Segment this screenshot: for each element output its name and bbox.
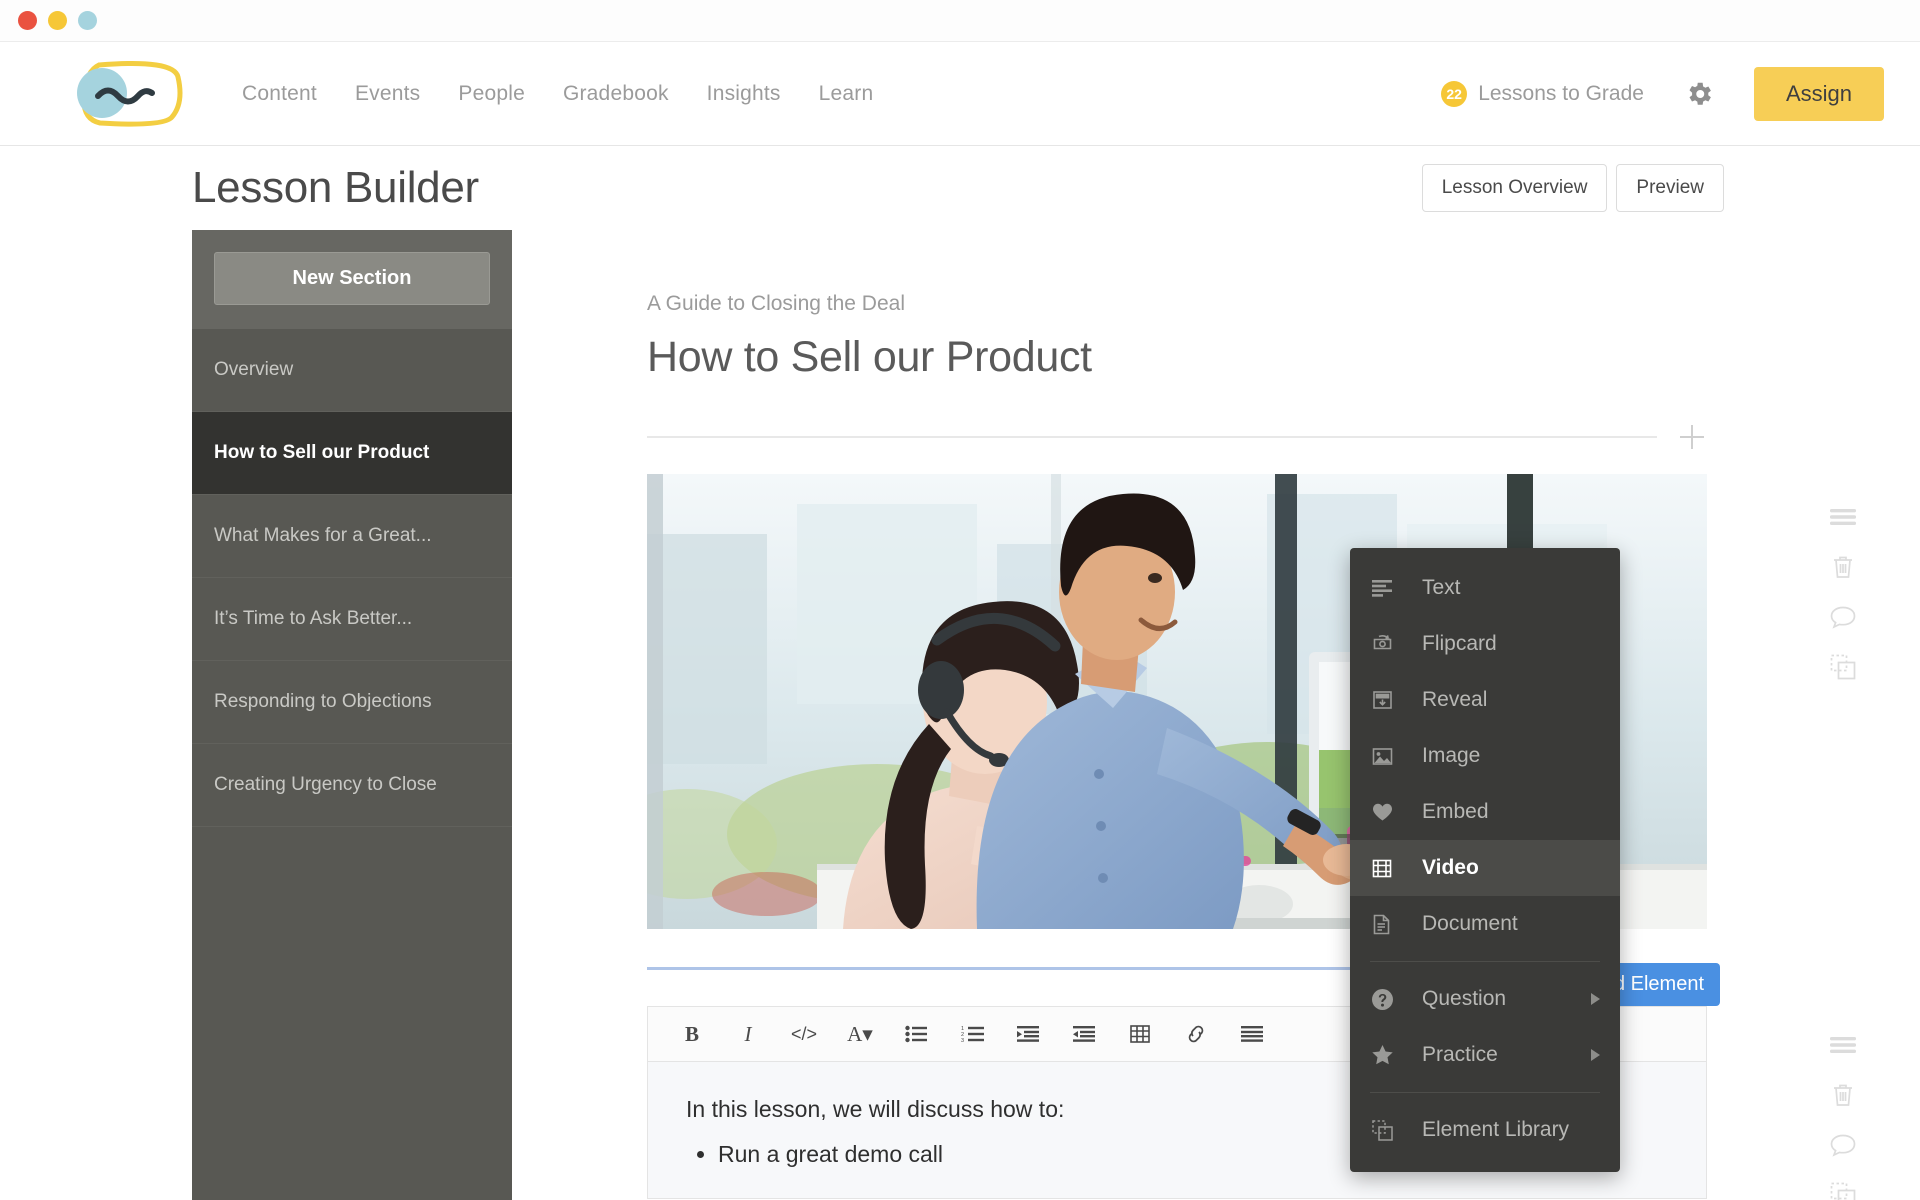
menu-item-label: Element Library — [1422, 1118, 1570, 1141]
window-zoom-button[interactable] — [78, 11, 97, 30]
nav-item-learn[interactable]: Learn — [819, 82, 874, 106]
nav-item-events[interactable]: Events — [355, 82, 420, 106]
menu-item-element-library[interactable]: Element Library — [1350, 1102, 1620, 1158]
element-library-icon — [1372, 1119, 1406, 1141]
drag-handle-icon[interactable] — [1826, 500, 1860, 534]
svg-text:3: 3 — [961, 1038, 964, 1043]
element-action-rail-image — [1826, 500, 1864, 684]
italic-icon[interactable]: I — [720, 1014, 776, 1054]
lessons-to-grade-label: Lessons to Grade — [1478, 81, 1644, 105]
numbered-list-icon[interactable]: 1 2 3 — [944, 1014, 1000, 1054]
menu-item-embed[interactable]: Embed — [1350, 784, 1620, 840]
gear-icon[interactable] — [1684, 79, 1714, 109]
sidebar-item-what-makes-for-a-great[interactable]: What Makes for a Great... — [192, 495, 512, 578]
outdent-icon[interactable] — [1056, 1014, 1112, 1054]
plus-icon[interactable] — [1680, 425, 1704, 449]
lessons-to-grade-count: 22 — [1441, 80, 1468, 107]
lesson-kicker: A Guide to Closing the Deal — [647, 292, 905, 315]
add-element-dropdown: Text Flipcard Reveal Image Embed Video D… — [1350, 548, 1620, 1172]
menu-item-practice[interactable]: Practice — [1350, 1027, 1620, 1083]
divider-line — [647, 436, 1657, 438]
sidebar-item-responding-to-objections[interactable]: Responding to Objections — [192, 661, 512, 744]
menu-item-label: Practice — [1422, 1043, 1498, 1066]
sidebar-item-its-time-to-ask-better[interactable]: It’s Time to Ask Better... — [192, 578, 512, 661]
brand-logo[interactable] — [66, 55, 190, 133]
link-icon[interactable] — [1168, 1014, 1224, 1054]
flipcard-icon — [1372, 634, 1406, 654]
code-icon[interactable]: </> — [776, 1014, 832, 1054]
sidebar-item-how-to-sell-our-product[interactable]: How to Sell our Product — [192, 412, 512, 495]
reveal-icon — [1372, 690, 1406, 710]
table-icon[interactable] — [1112, 1014, 1168, 1054]
nav-item-people[interactable]: People — [458, 82, 525, 106]
document-icon — [1372, 914, 1406, 935]
header-actions: 22 Lessons to Grade Assign — [1441, 66, 1884, 121]
page-title-bar: Lesson Builder Lesson Overview Preview — [0, 146, 1920, 230]
menu-item-label: Video — [1422, 856, 1479, 879]
menu-item-label: Document — [1422, 912, 1518, 935]
font-color-icon[interactable]: A▾ — [832, 1014, 888, 1054]
menu-item-label: Reveal — [1422, 688, 1488, 711]
main-navigation: Content Events People Gradebook Insights… — [242, 82, 873, 106]
window-minimize-button[interactable] — [48, 11, 67, 30]
text-icon — [1372, 579, 1406, 597]
bold-icon[interactable]: B — [664, 1014, 720, 1054]
delete-icon[interactable] — [1826, 550, 1860, 584]
block-divider — [647, 425, 1704, 449]
nav-item-content[interactable]: Content — [242, 82, 317, 106]
menu-separator — [1370, 961, 1600, 962]
element-action-rail-text — [1826, 1028, 1864, 1200]
lesson-title[interactable]: How to Sell our Product — [647, 333, 1920, 382]
lessons-to-grade-link[interactable]: 22 Lessons to Grade — [1441, 80, 1644, 107]
menu-item-question[interactable]: Question — [1350, 971, 1620, 1027]
submenu-arrow-icon — [1591, 993, 1600, 1005]
video-icon — [1372, 859, 1406, 878]
window-chrome — [0, 0, 1920, 42]
image-icon — [1372, 747, 1406, 766]
align-icon[interactable] — [1224, 1014, 1280, 1054]
menu-item-image[interactable]: Image — [1350, 728, 1620, 784]
sidebar-header: New Section — [192, 230, 512, 329]
lesson-overview-button[interactable]: Lesson Overview — [1421, 164, 1608, 212]
menu-item-label: Question — [1422, 987, 1507, 1010]
menu-item-text[interactable]: Text — [1350, 560, 1620, 616]
delete-icon[interactable] — [1826, 1078, 1860, 1112]
practice-icon — [1372, 1045, 1406, 1065]
workspace: New Section Overview How to Sell our Pro… — [0, 230, 1920, 1200]
bullet-list-icon[interactable] — [888, 1014, 944, 1054]
comment-icon[interactable] — [1826, 600, 1860, 634]
menu-item-label: Embed — [1422, 800, 1489, 823]
menu-item-reveal[interactable]: Reveal — [1350, 672, 1620, 728]
comment-icon[interactable] — [1826, 1128, 1860, 1162]
submenu-arrow-icon — [1591, 1049, 1600, 1061]
menu-separator — [1370, 1092, 1600, 1093]
embed-icon — [1372, 803, 1406, 822]
assign-button[interactable]: Assign — [1753, 66, 1884, 121]
indent-icon[interactable] — [1000, 1014, 1056, 1054]
app-header: Content Events People Gradebook Insights… — [0, 42, 1920, 146]
new-section-button[interactable]: New Section — [214, 252, 490, 305]
nav-item-gradebook[interactable]: Gradebook — [563, 82, 669, 106]
lesson-canvas: A Guide to Closing the Deal How to Sell … — [512, 230, 1920, 1200]
menu-item-label: Flipcard — [1422, 632, 1497, 655]
preview-button[interactable]: Preview — [1616, 164, 1724, 212]
page-title: Lesson Builder — [192, 163, 479, 212]
menu-item-flipcard[interactable]: Flipcard — [1350, 616, 1620, 672]
duplicate-icon[interactable] — [1826, 1178, 1860, 1200]
question-icon — [1372, 988, 1406, 1010]
menu-item-label: Image — [1422, 744, 1481, 767]
section-sidebar: New Section Overview How to Sell our Pro… — [192, 230, 512, 1200]
menu-item-label: Text — [1422, 576, 1461, 599]
window-close-button[interactable] — [18, 11, 37, 30]
sidebar-item-creating-urgency-to-close[interactable]: Creating Urgency to Close — [192, 744, 512, 827]
menu-item-document[interactable]: Document — [1350, 896, 1620, 952]
page-action-buttons: Lesson Overview Preview — [1421, 164, 1724, 212]
nav-item-insights[interactable]: Insights — [707, 82, 781, 106]
drag-handle-icon[interactable] — [1826, 1028, 1860, 1062]
menu-item-video[interactable]: Video — [1350, 840, 1620, 896]
sidebar-item-overview[interactable]: Overview — [192, 329, 512, 412]
duplicate-icon[interactable] — [1826, 650, 1860, 684]
